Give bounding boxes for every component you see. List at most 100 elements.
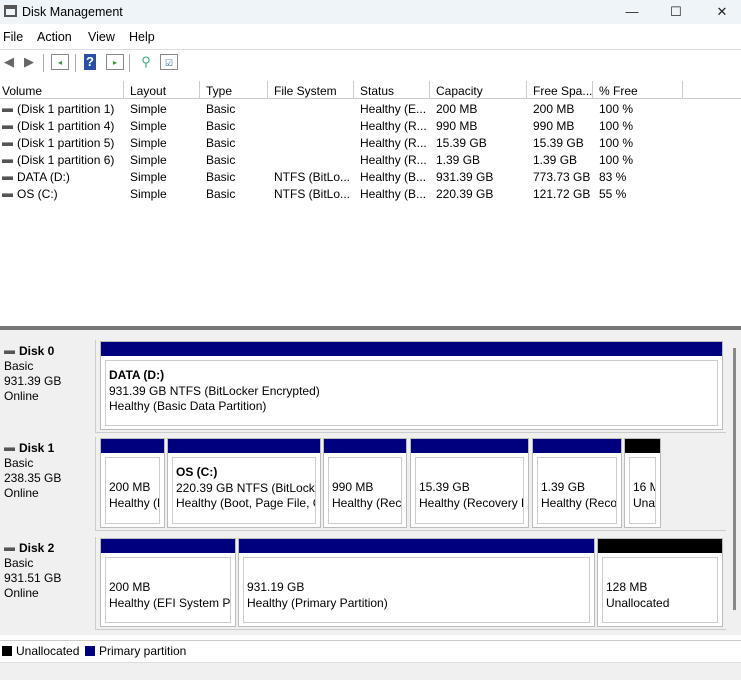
menu-help[interactable]: Help: [129, 30, 155, 44]
cell-text: NTFS (BitLo...: [274, 170, 351, 184]
partition-details: DATA (D:) 931.39 GB NTFS (BitLocker Encry…: [105, 360, 718, 426]
partition-details: 1.39 GBHealthy (Recovery Partition): [537, 457, 617, 524]
partition-line1: 931.19 GB: [247, 580, 305, 594]
column-header-file-system[interactable]: File System: [268, 81, 354, 99]
disk-status: Online: [4, 389, 39, 403]
disk-type: Basic: [4, 556, 34, 570]
table-cell: Simple: [130, 187, 167, 201]
disk-info[interactable]: Disk 2 Basic 931.51 GB Online: [0, 537, 96, 630]
partition-details: 990 MBHealthy (Recovery Partition): [328, 457, 402, 524]
partition-block[interactable]: 931.19 GB Healthy (Primary Partition): [238, 538, 595, 627]
table-cell: 773.73 GB: [533, 170, 590, 184]
disk-icon: [4, 546, 15, 551]
partition-title: OS (C:): [176, 465, 218, 479]
partition-block[interactable]: 200 MBHealthy (EFI System Partition): [100, 538, 236, 627]
disk-info[interactable]: Disk 1 Basic 238.35 GB Online: [0, 437, 96, 531]
table-cell: Basic: [206, 119, 235, 133]
volume-icon: [2, 107, 13, 112]
maximize-button[interactable]: ☐: [653, 2, 699, 22]
primary-partition-bar: [101, 342, 722, 356]
column-header-volume[interactable]: Volume: [0, 81, 124, 99]
cell-text: (Disk 1 partition 5): [17, 136, 115, 150]
minimize-button[interactable]: —: [609, 2, 655, 22]
column-header-capacity[interactable]: Capacity: [430, 81, 527, 99]
console-tree-icon[interactable]: ◂: [51, 54, 69, 70]
table-row[interactable]: DATA (D:) Simple Basic NTFS (BitLo... Health…: [0, 168, 741, 185]
partition-block[interactable]: DATA (D:) 931.39 GB NTFS (BitLocker Encry…: [100, 341, 723, 430]
help-icon[interactable]: ?: [84, 54, 96, 70]
partition-block[interactable]: 15.39 GBHealthy (Recovery Partition): [410, 438, 529, 528]
menu-view[interactable]: View: [88, 30, 115, 44]
action-pane-icon[interactable]: ▸: [106, 54, 124, 70]
cell-text: 55 %: [599, 187, 627, 201]
table-row[interactable]: (Disk 1 partition 4) Simple Basic Healthy (…: [0, 117, 741, 134]
primary-partition-bar: [168, 439, 320, 453]
table-cell: 100 %: [599, 102, 633, 116]
cell-text: Basic: [206, 102, 236, 116]
partition-block[interactable]: 1.39 GBHealthy (Recovery Partition): [532, 438, 622, 528]
partition-title: DATA (D:): [109, 368, 165, 382]
partition-line2: Healthy (Basic Data Partition): [109, 399, 267, 413]
column-header-status[interactable]: Status: [354, 81, 430, 99]
column-header-free-space[interactable]: Free Spa...: [527, 81, 593, 99]
status-bar: [0, 662, 741, 680]
table-row[interactable]: OS (C:) Simple Basic NTFS (BitLo... Healthy …: [0, 185, 741, 202]
table-row[interactable]: (Disk 1 partition 6) Simple Basic Healthy (…: [0, 151, 741, 168]
partition-line2: Unallocated: [606, 595, 670, 610]
menu-file[interactable]: File: [3, 30, 23, 44]
cell-text: 220.39 GB: [436, 187, 494, 201]
legend-primary: Primary partition: [85, 644, 186, 658]
cell-text: (Disk 1 partition 6): [17, 153, 115, 167]
column-header-type[interactable]: Type: [200, 81, 268, 99]
table-cell: NTFS (BitLo...: [274, 170, 350, 184]
table-cell: Healthy (R...: [360, 119, 427, 133]
partition-block[interactable]: 16 MBUnallocated: [624, 438, 661, 528]
disk-map: Disk 0 Basic 931.39 GB Online DATA (D:) 931.3…: [0, 330, 741, 635]
disk-size: 238.35 GB: [4, 471, 62, 485]
column-header-percent-free[interactable]: % Free: [593, 81, 683, 99]
cell-text: Healthy (R...: [360, 153, 427, 167]
partition-block[interactable]: OS (C:)220.39 GB NTFS (BitLocker Encrypt…: [167, 438, 321, 528]
toolbar-separator: [43, 54, 44, 72]
partition-line1: 990 MB: [332, 480, 374, 494]
table-row[interactable]: (Disk 1 partition 1) Simple Basic Healthy (…: [0, 100, 741, 117]
properties-icon[interactable]: ☑: [160, 54, 178, 70]
partition-block[interactable]: 200 MBHealthy (EFI System Partition): [100, 438, 165, 528]
table-cell: Simple: [130, 170, 167, 184]
unallocated-bar: [598, 539, 722, 553]
forward-icon[interactable]: ▶: [20, 54, 38, 70]
legend-label: Primary partition: [99, 644, 187, 658]
disk-info[interactable]: Disk 0 Basic 931.39 GB Online: [0, 340, 96, 433]
table-cell: NTFS (BitLo...: [274, 187, 350, 201]
table-cell: Basic: [206, 187, 235, 201]
primary-partition-bar: [101, 439, 164, 453]
partition-details: 16 MBUnallocated: [629, 457, 656, 524]
partition-block[interactable]: 990 MBHealthy (Recovery Partition): [323, 438, 407, 528]
disk-icon: [4, 446, 15, 451]
disk-size: 931.51 GB: [4, 571, 62, 585]
legend-unallocated: Unallocated: [2, 644, 79, 658]
partition-details: OS (C:)220.39 GB NTFS (BitLocker Encrypt…: [172, 457, 316, 524]
partition-block[interactable]: 128 MB Unallocated: [597, 538, 723, 627]
back-icon[interactable]: ◀: [0, 54, 18, 70]
cell-text: Basic: [206, 153, 236, 167]
primary-partition-bar: [533, 439, 621, 453]
partition-line1: 15.39 GB: [419, 480, 470, 494]
connect-disk-icon[interactable]: ⚲: [137, 54, 155, 70]
menu-action[interactable]: Action: [37, 30, 72, 44]
table-cell: 931.39 GB: [436, 170, 493, 184]
column-header-layout[interactable]: Layout: [124, 81, 200, 99]
table-cell: Basic: [206, 136, 235, 150]
volume-icon: [2, 158, 13, 163]
close-button[interactable]: ✕: [699, 2, 741, 22]
vertical-scrollbar[interactable]: [733, 348, 736, 610]
app-icon: [4, 5, 17, 17]
cell-text: Simple: [130, 187, 167, 201]
cell-text: Healthy (R...: [360, 119, 427, 133]
primary-partition-bar: [411, 439, 528, 453]
cell-text: 990 MB: [436, 119, 478, 133]
partition-line1: 1.39 GB: [541, 480, 586, 494]
table-row[interactable]: (Disk 1 partition 5) Simple Basic Healthy (…: [0, 134, 741, 151]
table-cell: 990 MB: [533, 119, 574, 133]
cell-text: Healthy (B...: [360, 170, 427, 184]
